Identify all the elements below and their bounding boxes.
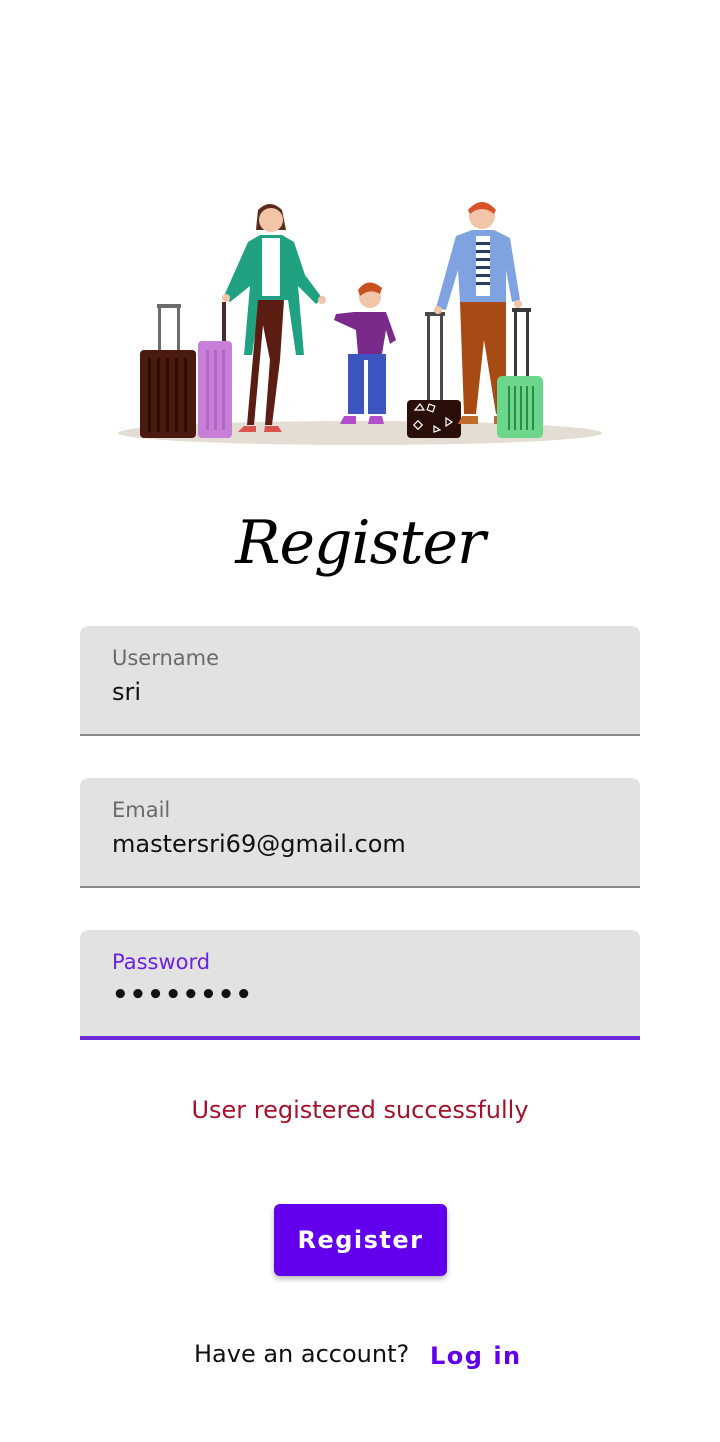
username-label: Username [112, 646, 220, 670]
dark-suitcase-icon [407, 312, 461, 438]
password-label: Password [112, 950, 211, 974]
password-field[interactable]: Password •••••••• [80, 930, 640, 1040]
email-label: Email [112, 798, 171, 822]
username-field[interactable]: Username sri [80, 626, 640, 736]
status-message: User registered successfully [191, 1096, 529, 1124]
child-figure [334, 282, 396, 424]
email-input[interactable]: mastersri69@gmail.com [112, 830, 406, 858]
login-link[interactable]: Log in [430, 1342, 522, 1370]
username-input[interactable]: sri [112, 678, 141, 706]
family-travel-illustration [118, 202, 602, 445]
password-input[interactable]: •••••••• [112, 980, 253, 1010]
brown-suitcase-icon [140, 304, 196, 438]
email-field[interactable]: Email mastersri69@gmail.com [80, 778, 640, 888]
register-button[interactable]: Register [274, 1204, 447, 1276]
pink-suitcase-icon [198, 302, 232, 438]
mother-figure [222, 204, 326, 432]
page-title: Register [235, 508, 485, 578]
have-account-text: Have an account? [194, 1340, 410, 1368]
